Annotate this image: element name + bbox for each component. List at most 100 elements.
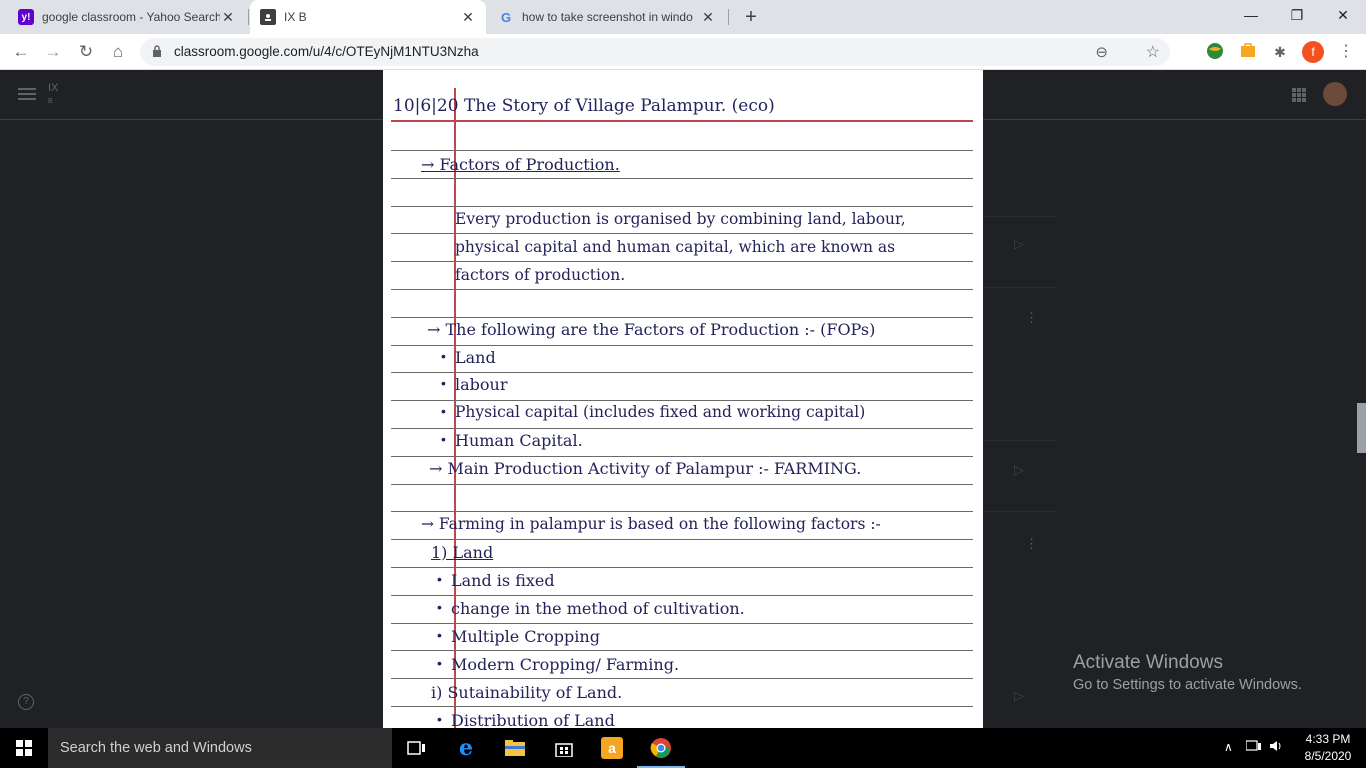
class-section: B (48, 98, 53, 105)
ruled-line (391, 345, 973, 346)
tab-screenshot-search[interactable]: G how to take screenshot in windo ✕ (488, 0, 726, 34)
notebook-line: Land (455, 348, 496, 367)
class-name[interactable]: IX (48, 82, 58, 95)
notebook-line: 1) Land (431, 543, 494, 562)
ruled-line (391, 372, 973, 373)
tab-yahoo-search[interactable]: y! google classroom - Yahoo Search ✕ (8, 0, 246, 34)
lock-icon (153, 45, 161, 57)
notebook-line: Land is fixed (451, 571, 555, 590)
home-button[interactable]: ⌂ (106, 40, 130, 64)
clock-date: 8/5/2020 (1304, 749, 1352, 763)
notebook-line: Human Capital. (455, 431, 583, 450)
back-button[interactable]: ← (9, 40, 33, 64)
ruled-line (391, 595, 973, 596)
notebook-line: labour (455, 375, 508, 394)
yahoo-icon: y! (18, 9, 34, 25)
url-text: classroom.google.com/u/4/c/OTEyNjM1NTU3N… (174, 44, 479, 59)
tab-title: how to take screenshot in windo (522, 10, 693, 24)
send-icon: ▷ (1014, 236, 1024, 251)
ruled-line (391, 178, 973, 179)
scrollbar-thumb[interactable] (1357, 403, 1366, 453)
new-tab-button[interactable]: + (738, 4, 764, 30)
edge-icon[interactable]: e (455, 735, 477, 761)
more-options-icon: ⋮ (1025, 310, 1038, 325)
ruled-line (391, 289, 973, 290)
taskbar-search[interactable]: Search the web and Windows (48, 728, 392, 768)
ruled-line (391, 317, 973, 318)
ruled-line (391, 650, 973, 651)
extension-bag-icon[interactable] (1238, 42, 1258, 62)
ruled-line (391, 400, 973, 401)
ruled-line (391, 539, 973, 540)
zoom-icon[interactable]: ⊖ (1095, 43, 1108, 61)
ruled-line (391, 233, 973, 234)
ruled-line (391, 678, 973, 679)
extensions-puzzle-icon[interactable]: ✱ (1270, 42, 1290, 62)
notebook-line: change in the method of cultivation. (451, 599, 745, 618)
notebook-line: i) Sutainability of Land. (431, 683, 623, 702)
ruled-line (391, 706, 973, 707)
tab-divider (248, 9, 249, 25)
ruled-line (391, 623, 973, 624)
volume-icon[interactable] (1269, 740, 1283, 755)
minimize-button[interactable]: — (1228, 0, 1274, 30)
tab-title: google classroom - Yahoo Search (42, 10, 220, 24)
notebook-line: Every production is organised by combini… (455, 210, 906, 228)
stream-card (983, 216, 1057, 288)
extension-globe-icon[interactable] (1205, 42, 1225, 62)
send-icon: ▷ (1014, 688, 1024, 703)
activate-windows-title: Activate Windows (1073, 652, 1223, 673)
close-tab-icon[interactable]: ✕ (700, 9, 716, 26)
bookmark-star-icon[interactable]: ☆ (1146, 42, 1160, 62)
notebook-line: Multiple Cropping (451, 627, 600, 646)
tab-ix-b[interactable]: IX B ✕ (250, 0, 486, 34)
close-window-button[interactable]: ✕ (1320, 0, 1366, 30)
close-tab-icon[interactable]: ✕ (220, 9, 236, 26)
tab-strip: y! google classroom - Yahoo Search ✕ IX … (0, 0, 1366, 34)
start-button[interactable] (16, 740, 32, 756)
ruled-line (391, 261, 973, 262)
chrome-icon[interactable] (637, 737, 685, 768)
ruled-line (391, 150, 973, 151)
header-rule (391, 120, 973, 122)
ruled-line (391, 456, 973, 457)
task-view-icon[interactable] (406, 737, 428, 759)
ruled-line (391, 567, 973, 568)
notebook-line: Physical capital (includes fixed and wor… (455, 403, 866, 421)
notebook-line: Distribution of Land (451, 711, 615, 728)
notebook-line: → Farming in palampur is based on the fo… (421, 515, 881, 533)
classroom-icon (260, 9, 276, 25)
file-explorer-icon[interactable] (504, 737, 526, 759)
store-icon[interactable] (553, 737, 575, 759)
address-bar[interactable]: classroom.google.com/u/4/c/OTEyNjM1NTU3N… (140, 38, 1170, 66)
ruled-line (391, 428, 973, 429)
send-icon: ▷ (1014, 462, 1024, 477)
notebook-line: physical capital and human capital, whic… (455, 238, 896, 256)
taskbar-clock[interactable]: 4:33 PM 8/5/2020 (1298, 731, 1358, 765)
clock-time: 4:33 PM (1305, 732, 1351, 746)
tab-divider (728, 9, 729, 25)
profile-avatar[interactable]: f (1302, 41, 1324, 63)
network-icon[interactable] (1245, 740, 1262, 755)
tray-expand-icon[interactable]: ∧ (1224, 740, 1233, 754)
forward-button[interactable]: → (41, 40, 65, 64)
windows-taskbar: Search the web and Windows e a ∧ 4:33 PM… (0, 728, 1366, 768)
reload-button[interactable]: ↻ (74, 40, 98, 64)
google-icon: G (500, 9, 512, 25)
restore-button[interactable]: ❐ (1274, 0, 1320, 30)
activate-windows-subtitle: Go to Settings to activate Windows. (1073, 677, 1302, 693)
app-a-icon[interactable]: a (601, 737, 623, 759)
user-avatar[interactable] (1323, 82, 1347, 106)
notebook-line: → Main Production Activity of Palampur :… (429, 459, 862, 478)
notebook-subheading: → Factors of Production. (421, 155, 620, 174)
more-options-icon: ⋮ (1025, 536, 1038, 551)
google-apps-icon[interactable] (1292, 88, 1306, 102)
notebook-line: factors of production. (455, 266, 626, 284)
close-tab-icon[interactable]: ✕ (460, 9, 476, 26)
chrome-menu-icon[interactable]: ⋮ (1336, 42, 1356, 62)
main-menu-icon[interactable] (18, 88, 36, 100)
help-icon[interactable]: ? (18, 694, 34, 710)
ruled-line (391, 484, 973, 485)
tab-title: IX B (284, 10, 307, 24)
ruled-line (391, 511, 973, 512)
